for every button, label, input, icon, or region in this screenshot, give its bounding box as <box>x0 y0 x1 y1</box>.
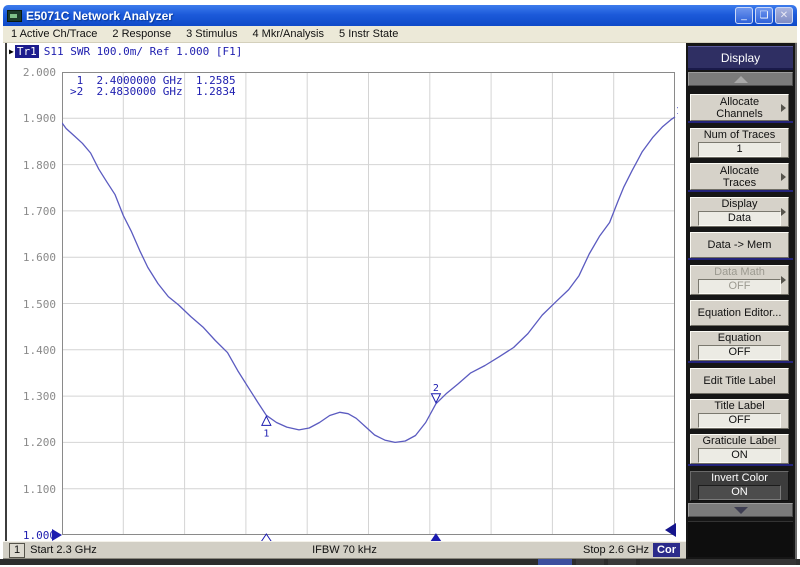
active-marker-edge-icon <box>665 523 676 537</box>
menu-item-mkr-analysis[interactable]: 4 Mkr/Analysis <box>252 28 324 40</box>
submenu-arrow-icon <box>781 104 786 112</box>
y-axis-tick-label: 2.000 <box>8 66 56 79</box>
trace-format-text: S11 SWR 100.0m/ Ref 1.000 [F1] <box>44 45 243 58</box>
submenu-arrow-icon <box>781 276 786 284</box>
y-axis-tick-label: 1.500 <box>8 298 56 311</box>
softkey-label: Traces <box>723 177 756 189</box>
y-axis-tick-label: 1.800 <box>8 159 56 172</box>
marker-readout-row: >2 2.4830000 GHz 1.2834 <box>70 86 236 97</box>
softkey-value: OFF <box>698 413 781 428</box>
softkey-value: ON <box>698 448 781 463</box>
menu-item-active-ch-trace[interactable]: 1 Active Ch/Trace <box>11 28 97 40</box>
softkey-label: Edit Title Label <box>703 375 775 387</box>
taskbar-segment <box>608 559 636 565</box>
softkey-num-of-traces[interactable]: Num of Traces1 <box>690 128 789 158</box>
y-axis-tick-label: 1.400 <box>8 344 56 357</box>
taskbar-segment <box>640 559 796 565</box>
softkey-equation[interactable]: EquationOFF <box>690 331 789 361</box>
softkey-invert-color[interactable]: Invert ColorON <box>690 471 789 501</box>
trace-end-number: 1 <box>676 106 678 117</box>
y-axis-tick-label: 1.700 <box>8 205 56 218</box>
softkey-label: Title Label <box>714 400 764 412</box>
trace-status-line[interactable]: ▶ Tr1 S11 SWR 100.0m/ Ref 1.000 [F1] <box>9 45 242 58</box>
softkey-value: OFF <box>698 345 781 360</box>
softkey-label: Data Math <box>714 266 765 278</box>
plot-area[interactable]: 1 1 2 <box>62 72 678 550</box>
softkey-equation-editor[interactable]: Equation Editor... <box>690 300 789 326</box>
softkey-scroll-down-button[interactable] <box>688 503 793 517</box>
softkey-title-label[interactable]: Title LabelOFF <box>690 399 789 429</box>
display-left-edge <box>5 43 7 541</box>
softkey-label: Equation <box>718 332 761 344</box>
taskbar-segment <box>576 559 604 565</box>
softkey-scroll-up-button[interactable] <box>688 72 793 86</box>
softkey-value: OFF <box>698 279 781 294</box>
y-axis-tick-label: 1.300 <box>8 390 56 403</box>
minimize-button[interactable]: _ <box>735 7 753 24</box>
softkey-edit-title-label[interactable]: Edit Title Label <box>690 368 789 394</box>
softkey-label: Equation Editor... <box>698 307 782 319</box>
y-axis-tick-label: 1.200 <box>8 436 56 449</box>
menu-item-instr-state[interactable]: 5 Instr State <box>339 28 398 40</box>
softkey-allocate-traces[interactable]: AllocateTraces <box>690 163 789 190</box>
softkey-label: Invert Color <box>711 472 768 484</box>
softkey-label: Num of Traces <box>704 129 776 141</box>
restore-button[interactable]: ❏ <box>755 7 773 24</box>
softkey-data-to-mem[interactable]: Data -> Mem <box>690 232 789 258</box>
correction-status-badge: Cor <box>653 543 680 557</box>
y-axis-tick-label: 1.600 <box>8 251 56 264</box>
triangle-up-icon <box>734 76 748 83</box>
status-bar: 1 Start 2.3 GHz IFBW 70 kHz Stop 2.6 GHz… <box>3 541 686 559</box>
marker-2-number: 2 <box>433 383 439 394</box>
taskbar-segment <box>538 559 572 565</box>
taskbar-edge <box>0 559 800 565</box>
softkey-graticule-label[interactable]: Graticule LabelON <box>690 434 789 464</box>
window-titlebar: E5071C Network Analyzer _ ❏ ✕ <box>3 5 797 26</box>
softkey-label: Graticule Label <box>703 435 777 447</box>
softkey-list: AllocateChannelsNum of Traces1AllocateTr… <box>686 89 795 501</box>
softkey-value: 1 <box>698 142 781 157</box>
trace-number-chip: Tr1 <box>15 45 39 58</box>
app-icon <box>7 10 22 22</box>
softkey-value: Data <box>698 211 781 226</box>
menu-item-response[interactable]: 2 Response <box>112 28 171 40</box>
y-axis-tick-label: 1.900 <box>8 112 56 125</box>
sidebar-empty-panel <box>688 521 793 557</box>
marker-readout: 1 2.4000000 GHz 1.2585>2 2.4830000 GHz 1… <box>70 75 236 97</box>
close-button[interactable]: ✕ <box>775 7 793 24</box>
softkey-allocate-channels[interactable]: AllocateChannels <box>690 94 789 121</box>
submenu-arrow-icon <box>781 208 786 216</box>
softkey-sidebar: Display AllocateChannelsNum of Traces1Al… <box>686 43 797 559</box>
stop-frequency-label: Stop 2.6 GHz <box>583 544 649 556</box>
window-title: E5071C Network Analyzer <box>26 9 733 23</box>
softkey-label: Allocate <box>720 96 759 108</box>
softkey-data-math[interactable]: Data MathOFF <box>690 265 789 295</box>
softkey-label: Display <box>721 198 757 210</box>
softkey-label: Data -> Mem <box>708 239 772 251</box>
triangle-down-icon <box>734 507 748 514</box>
swr-chart[interactable]: 1 1 2 <box>62 72 678 550</box>
softkey-label: Channels <box>716 108 762 120</box>
reference-level-arrow-icon[interactable] <box>52 529 62 541</box>
marker-1-number: 1 <box>263 428 269 439</box>
submenu-arrow-icon <box>781 173 786 181</box>
menu-item-stimulus[interactable]: 3 Stimulus <box>186 28 237 40</box>
softkey-display[interactable]: DisplayData <box>690 197 789 227</box>
y-axis-tick-label: 1.100 <box>8 483 56 496</box>
softkey-value: ON <box>698 485 781 500</box>
screen: E5071C Network Analyzer _ ❏ ✕ 1 Active C… <box>0 0 800 567</box>
active-trace-arrow-icon: ▶ <box>9 47 14 56</box>
softkey-menu-title: Display <box>688 46 793 70</box>
menu-bar: 1 Active Ch/Trace 2 Response 3 Stimulus 4 M… <box>3 26 797 43</box>
softkey-label: Allocate <box>720 165 759 177</box>
